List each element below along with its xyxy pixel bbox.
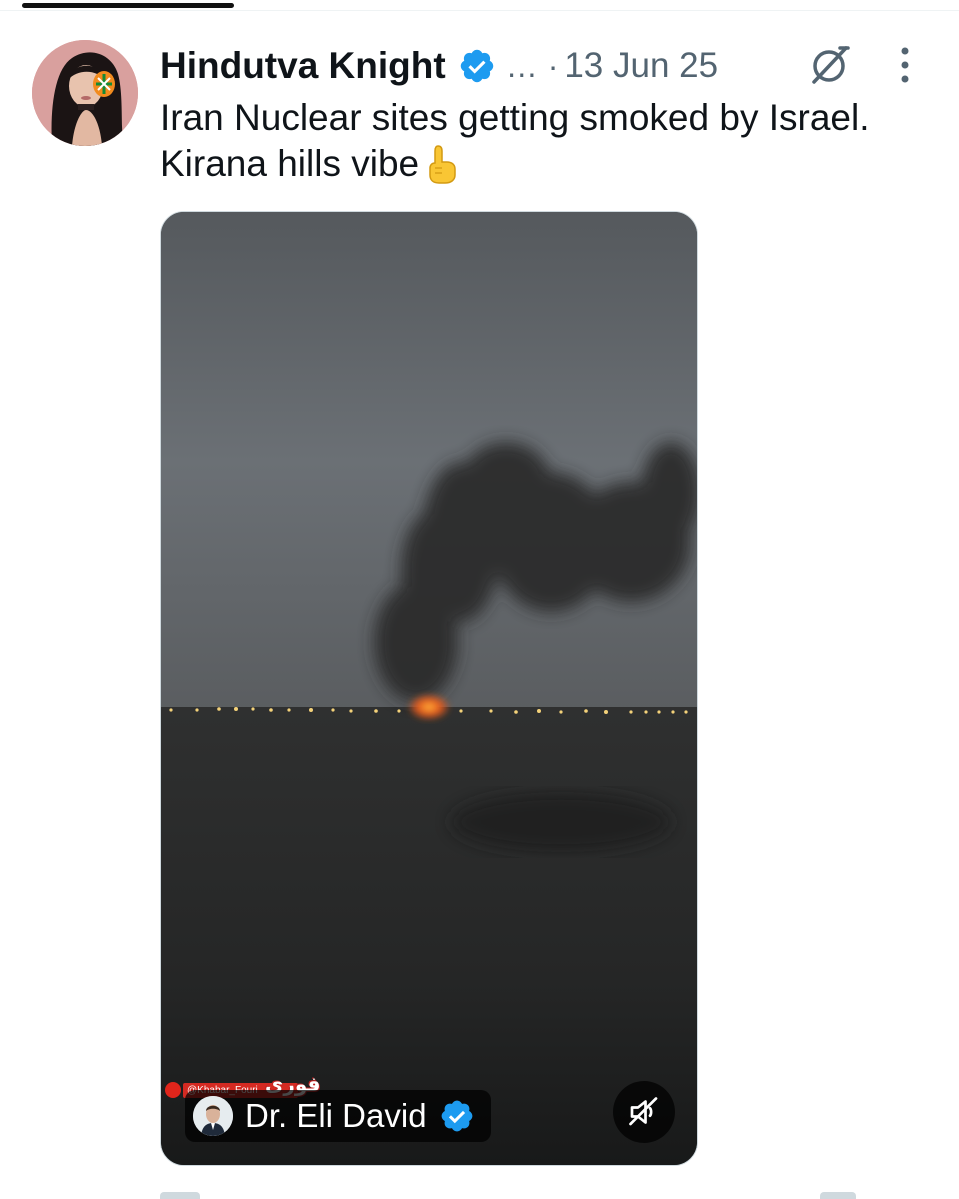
video-media[interactable]: @Khabar_Fouri فوری Dr. Eli David bbox=[160, 211, 698, 1166]
status-indicator-bar bbox=[22, 3, 234, 8]
tweet-page: Hindutva Knight … · 13 Jun 25 Iran Nucle… bbox=[0, 0, 959, 1199]
divider bbox=[0, 10, 959, 11]
mute-toggle-button[interactable] bbox=[613, 1081, 675, 1143]
source-verified-badge-icon bbox=[441, 1100, 472, 1132]
separator-dot: · bbox=[547, 47, 559, 84]
source-avatar bbox=[193, 1096, 233, 1136]
grok-icon[interactable] bbox=[806, 42, 852, 88]
tweet-body: Iran Nuclear sites getting smoked by Isr… bbox=[160, 97, 870, 184]
source-name: Dr. Eli David bbox=[245, 1097, 427, 1134]
video-source-attribution[interactable]: Dr. Eli David bbox=[185, 1090, 491, 1142]
action-bar-edge bbox=[820, 1192, 856, 1199]
verified-badge-icon[interactable] bbox=[458, 47, 496, 85]
author-avatar[interactable] bbox=[32, 40, 138, 146]
video-frame bbox=[161, 212, 697, 1165]
more-vertical-icon[interactable] bbox=[888, 44, 922, 86]
telegram-icon bbox=[165, 1082, 181, 1098]
source-avatar-image bbox=[193, 1096, 233, 1136]
speaker-muted-icon bbox=[629, 1097, 658, 1126]
tweet-timestamp[interactable]: 13 Jun 25 bbox=[564, 46, 718, 86]
handle-ellipsis[interactable]: … bbox=[506, 48, 538, 85]
tweet-text: Iran Nuclear sites getting smoked by Isr… bbox=[160, 95, 920, 187]
pointing-up-emoji-icon bbox=[429, 145, 456, 184]
action-bar-edge bbox=[160, 1192, 200, 1199]
tweet-header: Hindutva Knight … · 13 Jun 25 bbox=[160, 40, 718, 92]
author-display-name[interactable]: Hindutva Knight bbox=[160, 45, 446, 87]
avatar-image bbox=[32, 40, 138, 146]
